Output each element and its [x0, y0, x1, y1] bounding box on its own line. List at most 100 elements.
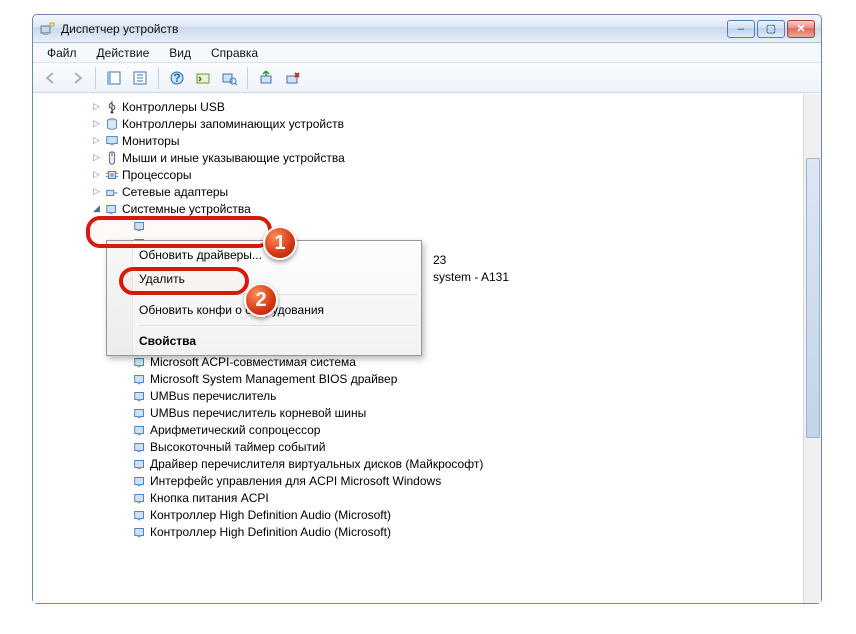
tree-label: Контроллер High Definition Audio (Micros… [150, 525, 391, 539]
no-expander [119, 220, 130, 231]
tree-item[interactable]: Microsoft System Management BIOS драйвер [41, 370, 803, 387]
update-driver-button[interactable] [254, 66, 278, 90]
ctx-update-drivers[interactable]: Обновить драйверы... [109, 243, 419, 267]
no-expander [119, 475, 130, 486]
tree-label: Кнопка питания ACPI [150, 491, 269, 505]
sys-icon [132, 473, 148, 489]
storage-icon [104, 116, 120, 132]
tree-item[interactable]: UMBus перечислитель [41, 387, 803, 404]
tree-label: Интерфейс управления для ACPI Microsoft … [150, 474, 441, 488]
expand-icon[interactable]: ▷ [91, 118, 102, 129]
expand-icon[interactable]: ▷ [91, 169, 102, 180]
context-menu-separator [139, 294, 417, 295]
tree-label: Контроллеры запоминающих устройств [122, 117, 344, 131]
menu-help[interactable]: Справка [201, 44, 268, 62]
no-expander [119, 441, 130, 452]
tree-item[interactable]: UMBus перечислитель корневой шины [41, 404, 803, 421]
toolbar-separator [95, 67, 96, 89]
tree-label: Арифметический сопроцессор [150, 423, 320, 437]
cpu-icon [104, 167, 120, 183]
sys-icon [132, 405, 148, 421]
expand-icon[interactable]: ▷ [91, 101, 102, 112]
no-expander [119, 492, 130, 503]
tree-category[interactable]: ▷ Сетевые адаптеры [41, 183, 803, 200]
sys-icon [132, 507, 148, 523]
tree-category[interactable]: ▷Мыши и иные указывающие устройства [41, 149, 803, 166]
ctx-refresh-hardware[interactable]: Обновить конфи о оборудования [109, 298, 419, 322]
tree-item[interactable]: Контроллер High Definition Audio (Micros… [41, 506, 803, 523]
window-title: Диспетчер устройств [61, 22, 727, 36]
tree-label: Процессоры [122, 168, 192, 182]
tree-label: UMBus перечислитель [150, 389, 276, 403]
tree-label: UMBus перечислитель корневой шины [150, 406, 366, 420]
sys-icon [132, 388, 148, 404]
menu-file[interactable]: Файл [37, 44, 87, 62]
tree-category[interactable]: ▷ Контроллеры запоминающих устройств [41, 115, 803, 132]
tree-item[interactable] [41, 217, 803, 234]
sys-icon [132, 456, 148, 472]
tree-label: Высокоточный таймер событий [150, 440, 325, 454]
tree-label: Microsoft ACPI-совместимая система [150, 355, 356, 369]
usb-icon [104, 99, 120, 115]
minimize-button[interactable]: – [727, 20, 755, 38]
tree-label: Системные устройства [122, 202, 251, 216]
uninstall-button[interactable] [280, 66, 304, 90]
ctx-properties[interactable]: Свойства [109, 329, 419, 353]
no-expander [119, 407, 130, 418]
sys-icon [132, 218, 148, 234]
no-expander [119, 458, 130, 469]
tree-item[interactable]: Контроллер High Definition Audio (Micros… [41, 523, 803, 540]
menu-action[interactable]: Действие [87, 44, 160, 62]
collapse-icon[interactable]: ◢ [91, 203, 102, 214]
scrollbar-thumb[interactable] [806, 158, 820, 438]
properties-button[interactable] [128, 66, 152, 90]
action-button[interactable] [191, 66, 215, 90]
toolbar-separator [247, 67, 248, 89]
sys-icon [132, 371, 148, 387]
tree-label: Контроллеры USB [122, 100, 225, 114]
tree-label: Сетевые адаптеры [122, 185, 228, 199]
tree-item[interactable]: Интерфейс управления для ACPI Microsoft … [41, 472, 803, 489]
sys-icon [132, 439, 148, 455]
monitor-icon [104, 133, 120, 149]
no-expander [119, 356, 130, 367]
menu-view[interactable]: Вид [159, 44, 201, 62]
sys-icon [132, 422, 148, 438]
mouse-icon [104, 150, 120, 166]
tree-label: Microsoft System Management BIOS драйвер [150, 372, 397, 386]
tree-item[interactable]: Арифметический сопроцессор [41, 421, 803, 438]
context-menu-separator [139, 325, 417, 326]
tree-category[interactable]: ▷ Мониторы [41, 132, 803, 149]
help-button[interactable]: ? [165, 66, 189, 90]
menubar: Файл Действие Вид Справка [33, 43, 821, 63]
sys-icon [132, 524, 148, 540]
expand-icon[interactable]: ▷ [91, 186, 102, 197]
close-button[interactable]: ✕ [787, 20, 815, 38]
tree-label: Контроллер High Definition Audio (Micros… [150, 508, 391, 522]
expand-icon[interactable]: ▷ [91, 152, 102, 163]
net-icon [104, 184, 120, 200]
no-expander [119, 509, 130, 520]
tree-category-system-devices[interactable]: ◢ Системные устройства [41, 200, 803, 217]
tree-category[interactable]: ▷ Процессоры [41, 166, 803, 183]
scan-button[interactable] [217, 66, 241, 90]
no-expander [119, 390, 130, 401]
tree-label: Мониторы [122, 134, 179, 148]
tree-category[interactable]: ▷ Контроллеры USB [41, 98, 803, 115]
no-expander [119, 373, 130, 384]
no-expander [119, 424, 130, 435]
tree-item[interactable]: Высокоточный таймер событий [41, 438, 803, 455]
ctx-delete[interactable]: Удалить [109, 267, 419, 291]
tree-item[interactable]: Драйвер перечислителя виртуальных дисков… [41, 455, 803, 472]
tree-item[interactable]: Кнопка питания ACPI [41, 489, 803, 506]
scrollbar[interactable] [803, 94, 821, 603]
maximize-button[interactable]: ▢ [757, 20, 785, 38]
forward-button[interactable] [65, 66, 89, 90]
tree-label: 23 [433, 253, 446, 267]
back-button[interactable] [39, 66, 63, 90]
toolbar-separator [158, 67, 159, 89]
tree-label: system - A131 [433, 270, 509, 284]
show-hidden-button[interactable] [102, 66, 126, 90]
titlebar[interactable]: Диспетчер устройств – ▢ ✕ [33, 15, 821, 43]
expand-icon[interactable]: ▷ [91, 135, 102, 146]
